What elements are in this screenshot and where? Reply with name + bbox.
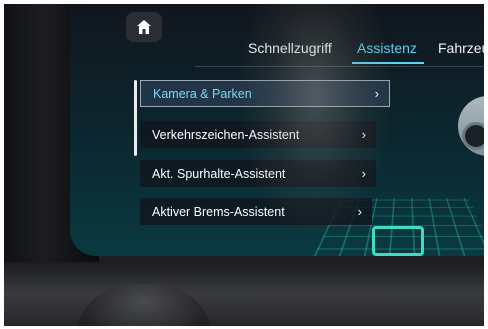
photo-frame: Schnellzugriff Assistenz Fahrzeu Kamera … (4, 4, 484, 326)
menu-item-label: Akt. Spurhalte-Assistent (152, 166, 286, 181)
home-button[interactable] (126, 12, 162, 42)
tab-assistenz[interactable]: Assistenz (357, 40, 417, 56)
parking-symbol-graphic (372, 226, 424, 256)
chevron-right-icon: › (357, 204, 362, 219)
active-tab-indicator (352, 62, 424, 64)
menu-item-label: Aktiver Brems-Assistent (152, 204, 285, 219)
tab-fahrzeug[interactable]: Fahrzeu (438, 40, 484, 56)
scroll-indicator (134, 80, 137, 156)
chevron-right-icon: › (374, 86, 379, 101)
menu-item-spurhalte[interactable]: Akt. Spurhalte-Assistent › (140, 160, 376, 187)
menu-item-brems-assistent[interactable]: Aktiver Brems-Assistent › (140, 198, 372, 225)
dashboard-trim (4, 262, 484, 326)
tab-schnellzugriff[interactable]: Schnellzugriff (248, 40, 332, 56)
car-wheel-graphic (462, 122, 484, 150)
infotainment-screen: Schnellzugriff Assistenz Fahrzeu Kamera … (70, 4, 484, 256)
chevron-right-icon: › (361, 127, 366, 142)
menu-item-kamera-parken[interactable]: Kamera & Parken › (140, 80, 390, 107)
home-icon (137, 20, 151, 34)
tab-divider (195, 66, 484, 67)
menu-item-verkehrszeichen[interactable]: Verkehrszeichen-Assistent › (140, 121, 376, 148)
menu-item-label: Kamera & Parken (153, 86, 252, 101)
menu-item-label: Verkehrszeichen-Assistent (152, 127, 300, 142)
chevron-right-icon: › (361, 166, 366, 181)
